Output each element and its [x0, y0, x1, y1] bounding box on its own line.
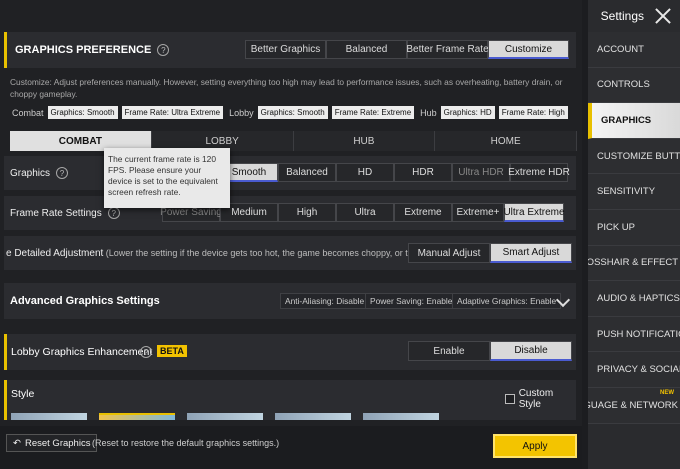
help-icon[interactable]: ?	[107, 207, 120, 219]
style-title: Style	[11, 388, 35, 400]
detailed-adjustment-title: e Detailed Adjustment	[6, 247, 104, 259]
graphics-hd[interactable]: HD	[336, 163, 394, 182]
sidebar-item-privacy[interactable]: PRIVACY & SOCIAL	[588, 352, 680, 388]
graphics-ultra-hdr[interactable]: Ultra HDR	[452, 163, 510, 182]
summary-tag: Frame Rate: High	[498, 106, 568, 119]
tab-home[interactable]: HOME	[435, 131, 577, 151]
pref-better-frame-rate[interactable]: Better Frame Rate	[406, 40, 489, 59]
sidebar-item-audio[interactable]: AUDIO & HAPTICS	[588, 281, 680, 317]
style-thumbnail[interactable]	[187, 413, 263, 420]
summary-tag: Graphics: Smooth	[47, 106, 118, 119]
sidebar-item-sensitivity[interactable]: SENSITIVITY	[588, 174, 680, 210]
lobby-enhancement-title: Lobby Graphics Enhancement	[11, 346, 153, 358]
sidebar-item-customize-button[interactable]: CUSTOMIZE BUTTON	[588, 138, 680, 175]
custom-style-label: Custom Style	[518, 388, 554, 410]
sidebar-item-crosshair[interactable]: CROSSHAIR & EFFECT	[588, 245, 680, 282]
summary-tag: Graphics: Smooth	[257, 106, 328, 119]
chip-power-saving: Power Saving: Enable	[365, 293, 458, 309]
manual-adjust-option[interactable]: Manual Adjust	[408, 243, 490, 263]
frame-rate-label: Frame Rate Settings	[10, 207, 102, 219]
chip-adaptive-graphics: Adaptive Graphics: Enable	[452, 293, 562, 309]
reset-graphics-button[interactable]: ↶ Reset Graphics	[6, 434, 98, 452]
style-thumbnail[interactable]	[11, 413, 87, 420]
sidebar-item-account[interactable]: ACCOUNT	[588, 32, 680, 68]
sidebar-header: Settings	[588, 0, 680, 32]
summary-tag: Frame Rate: Extreme	[331, 106, 415, 119]
reset-graphics-label: Reset Graphics	[24, 437, 91, 449]
reset-icon: ↶	[13, 437, 21, 449]
sidebar-item-language[interactable]: LANGUAGE & NETWORK NEW	[588, 387, 680, 424]
summary-lobby-label: Lobby	[229, 107, 254, 118]
summary-combat-label: Combat	[12, 107, 44, 118]
pref-better-graphics[interactable]: Better Graphics	[245, 40, 326, 59]
summary-tag: Frame Rate: Ultra Extreme	[121, 106, 224, 119]
style-row: Style Custom Style	[4, 380, 576, 420]
graphics-quality-selector: Smooth Balanced HD HDR Ultra HDR Extreme…	[220, 163, 570, 182]
advanced-graphics-row[interactable]: Advanced Graphics Settings Anti-Aliasing…	[4, 283, 576, 319]
custom-style-toggle[interactable]: Custom Style	[505, 388, 576, 410]
settings-sidebar: Settings ACCOUNT CONTROLS GRAPHICS CUSTO…	[588, 0, 680, 469]
help-icon[interactable]: ?	[157, 44, 170, 56]
bottom-bar: ↶ Reset Graphics (Reset to restore the d…	[0, 426, 582, 469]
sidebar-item-push-notification[interactable]: PUSH NOTIFICATION	[588, 316, 680, 353]
detailed-adjustment-label: e Detailed Adjustment (Lower the setting…	[6, 248, 448, 259]
advanced-graphics-title: Advanced Graphics Settings	[10, 295, 160, 307]
preference-selector: Better Graphics Balanced Better Frame Ra…	[245, 40, 569, 59]
sidebar-item-language-label: LANGUAGE & NETWORK	[588, 399, 678, 411]
checkbox-icon[interactable]	[505, 394, 515, 404]
smart-adjust-option[interactable]: Smart Adjust	[490, 243, 572, 263]
reset-note: (Reset to restore the default graphics s…	[92, 438, 280, 448]
help-icon[interactable]: ?	[140, 346, 152, 358]
lobby-disable-option[interactable]: Disable	[490, 341, 572, 361]
fps-high[interactable]: High	[278, 203, 336, 222]
settings-summary: Combat Graphics: Smooth Frame Rate: Ultr…	[10, 106, 568, 119]
style-thumbnail[interactable]	[99, 413, 175, 420]
graphics-preference-title: GRAPHICS PREFERENCE	[15, 44, 152, 56]
graphics-hdr[interactable]: HDR	[394, 163, 452, 182]
lobby-enhancement-selector: Enable Disable	[408, 341, 572, 361]
new-badge: NEW	[660, 389, 674, 396]
sidebar-item-graphics[interactable]: GRAPHICS	[588, 103, 680, 139]
pref-customize[interactable]: Customize	[488, 40, 569, 59]
fps-extreme-plus[interactable]: Extreme+	[452, 203, 504, 222]
detailed-adjustment-note: (Lower the setting if the device gets to…	[103, 247, 448, 258]
detailed-adjustment-selector: Manual Adjust Smart Adjust	[408, 243, 572, 263]
fps-ultra-extreme[interactable]: Ultra Extreme	[503, 203, 565, 222]
pref-balanced[interactable]: Balanced	[326, 40, 407, 59]
graphics-extreme-hdr[interactable]: Extreme HDR	[508, 163, 570, 182]
beta-badge: BETA	[157, 345, 187, 357]
style-thumbnail[interactable]	[363, 413, 439, 420]
summary-tag: Graphics: HD	[440, 106, 495, 119]
settings-title: Settings	[600, 9, 644, 23]
graphics-panel: GRAPHICS PREFERENCE ? Better Graphics Ba…	[0, 0, 582, 469]
graphics-quality-label: Graphics	[10, 167, 51, 179]
fps-ultra[interactable]: Ultra	[336, 203, 394, 222]
frame-rate-tooltip: The current frame rate is 120 FPS. Pleas…	[104, 148, 230, 208]
preference-description: Customize: Adjust preferences manually. …	[10, 77, 563, 99]
tab-hub[interactable]: HUB	[293, 131, 436, 151]
lobby-enable-option[interactable]: Enable	[408, 341, 490, 361]
mode-tabs: COMBAT LOBBY HUB HOME	[10, 131, 577, 151]
chip-anti-aliasing: Anti-Aliasing: Disable	[280, 293, 370, 309]
fps-extreme[interactable]: Extreme	[394, 203, 452, 222]
style-thumbnail[interactable]	[275, 413, 351, 420]
sidebar-item-pick-up[interactable]: PICK UP	[588, 209, 680, 246]
summary-hub-label: Hub	[420, 107, 437, 118]
close-icon[interactable]	[654, 7, 672, 25]
apply-button[interactable]: Apply	[493, 434, 577, 458]
sidebar-item-controls[interactable]: CONTROLS	[588, 67, 680, 104]
help-icon[interactable]: ?	[56, 167, 69, 179]
graphics-balanced[interactable]: Balanced	[278, 163, 336, 182]
